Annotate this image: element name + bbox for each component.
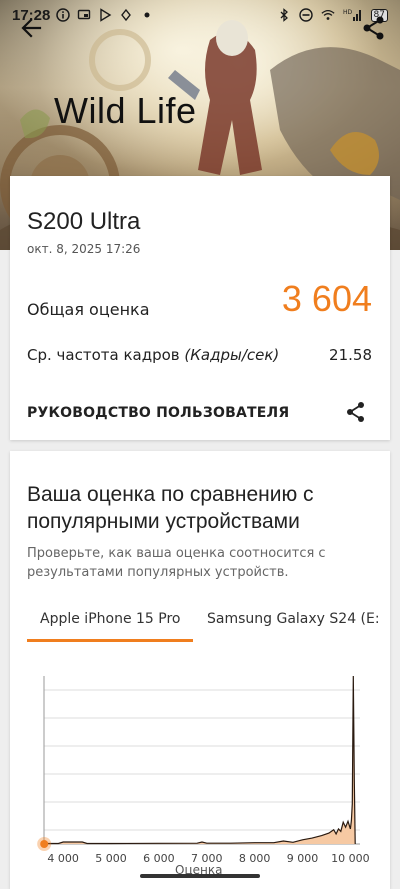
comparison-subtitle: Проверьте, как ваша оценка соотносится с… xyxy=(27,546,326,580)
dot-icon xyxy=(140,8,154,22)
gesture-navigation-bar[interactable] xyxy=(140,874,260,878)
share-result-button[interactable] xyxy=(344,400,368,424)
score-marker xyxy=(40,840,49,848)
fps-label-text: Ср. частота кадров xyxy=(27,346,180,364)
network-type-label: HD xyxy=(343,9,353,16)
wifi-icon xyxy=(320,8,335,22)
chart-tick-label: 4 000 xyxy=(47,852,79,865)
comparison-title: Ваша оценка по сравнению с популярными у… xyxy=(27,483,314,533)
play-store-icon xyxy=(98,8,112,22)
chart-tick-label: 9 000 xyxy=(287,852,319,865)
share-icon xyxy=(347,402,364,422)
average-fps-value: 21.58 xyxy=(329,346,372,364)
arrow-left-icon xyxy=(21,18,42,38)
status-bar: 17:28 HD 87 xyxy=(0,0,400,30)
chart-tick-label: 8 000 xyxy=(239,852,271,865)
chart-tick-label: 5 000 xyxy=(95,852,127,865)
overall-score-label: Общая оценка xyxy=(27,300,150,319)
share-icon xyxy=(363,16,384,40)
do-not-disturb-icon xyxy=(298,8,313,22)
tab-samsung-galaxy-s24[interactable]: Samsung Galaxy S24 (E: xyxy=(207,611,380,627)
chart-tick-label: 10 000 xyxy=(331,852,370,865)
chart-area xyxy=(44,676,356,844)
device-tabs: Apple iPhone 15 Pro Samsung Galaxy S24 (… xyxy=(27,601,390,643)
overall-score-value: 3 604 xyxy=(281,278,372,319)
comparison-card: Ваша оценка по сравнению с популярными у… xyxy=(10,451,390,889)
back-button[interactable] xyxy=(18,14,46,42)
cast-icon xyxy=(77,8,91,22)
chart-line xyxy=(44,675,356,845)
user-guide-link[interactable]: РУКОВОДСТВО ПОЛЬЗОВАТЕЛЯ xyxy=(27,405,289,421)
info-icon xyxy=(56,8,71,22)
share-button[interactable] xyxy=(360,14,388,42)
fps-unit: (Кадры/сек) xyxy=(184,346,280,364)
average-fps-label: Ср. частота кадров (Кадры/сек) xyxy=(27,346,279,364)
chart-tick-label: 6 000 xyxy=(143,852,175,865)
active-tab-indicator xyxy=(27,639,193,642)
score-distribution-chart: 4 000 5 000 6 000 7 000 8 000 9 000 10 000 xyxy=(37,675,370,865)
bluetooth-icon xyxy=(277,8,291,22)
location-icon xyxy=(119,8,133,22)
device-name: S200 Ultra xyxy=(27,208,141,235)
page-title: Wild Life xyxy=(54,90,197,131)
result-card: S200 Ultra окт. 8, 2025 17:26 Общая оцен… xyxy=(10,176,390,440)
result-date: окт. 8, 2025 17:26 xyxy=(27,242,141,256)
tab-apple-iphone-15-pro[interactable]: Apple iPhone 15 Pro xyxy=(40,611,181,627)
